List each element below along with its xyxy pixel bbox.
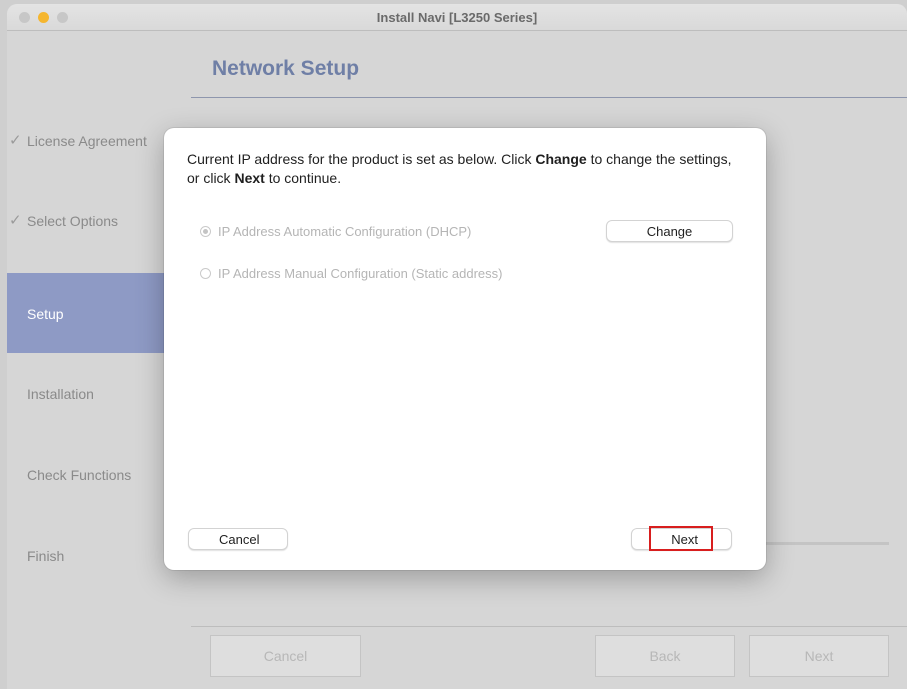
- back-button[interactable]: Back: [595, 635, 735, 677]
- sidebar-item-label: Finish: [27, 548, 65, 564]
- radio-unselected-icon[interactable]: [200, 268, 211, 279]
- change-button[interactable]: Change: [606, 220, 733, 242]
- message-emphasis-change: Change: [535, 151, 587, 167]
- footer-divider: [191, 626, 907, 627]
- page-title: Network Setup: [212, 57, 360, 80]
- static-address-option[interactable]: IP Address Manual Configuration (Static …: [200, 266, 502, 281]
- network-setup-dialog: Current IP address for the product is se…: [164, 128, 766, 570]
- message-emphasis-next: Next: [234, 170, 265, 186]
- checkmark-icon: ✓: [9, 132, 22, 149]
- sidebar-item-check-functions: Check Functions: [7, 434, 164, 514]
- sidebar-item-label: Installation: [27, 386, 94, 402]
- static-option-label: IP Address Manual Configuration (Static …: [218, 266, 503, 281]
- sidebar-item-select-options: ✓ Select Options: [7, 180, 164, 260]
- dialog-message: Current IP address for the product is se…: [187, 150, 742, 188]
- sidebar-item-license-agreement: ✓ License Agreement: [7, 100, 164, 180]
- dhcp-option[interactable]: IP Address Automatic Configuration (DHCP…: [200, 224, 471, 239]
- title-bar: Install Navi [L3250 Series]: [7, 4, 907, 31]
- dialog-cancel-button[interactable]: Cancel: [188, 528, 288, 550]
- cancel-button[interactable]: Cancel: [210, 635, 361, 677]
- message-text: to continue.: [264, 170, 342, 186]
- dhcp-option-label: IP Address Automatic Configuration (DHCP…: [218, 224, 472, 239]
- sidebar-item-label: Check Functions: [27, 467, 132, 483]
- window-title: Install Navi [L3250 Series]: [376, 10, 538, 25]
- next-button[interactable]: Next: [749, 635, 889, 677]
- sidebar-item-installation: Installation: [7, 353, 164, 433]
- next-highlight-box: [649, 526, 713, 551]
- heading-divider: [191, 97, 907, 98]
- sidebar-item-finish: Finish: [7, 515, 164, 595]
- sidebar-item-label: Setup: [27, 306, 64, 322]
- radio-selected-icon[interactable]: [200, 226, 211, 237]
- sidebar-item-label: License Agreement: [27, 133, 147, 149]
- sidebar-item-setup: Setup: [7, 273, 164, 353]
- sidebar-item-label: Select Options: [27, 213, 119, 229]
- message-text: Current IP address for the product is se…: [187, 151, 536, 167]
- checkmark-icon: ✓: [9, 212, 22, 229]
